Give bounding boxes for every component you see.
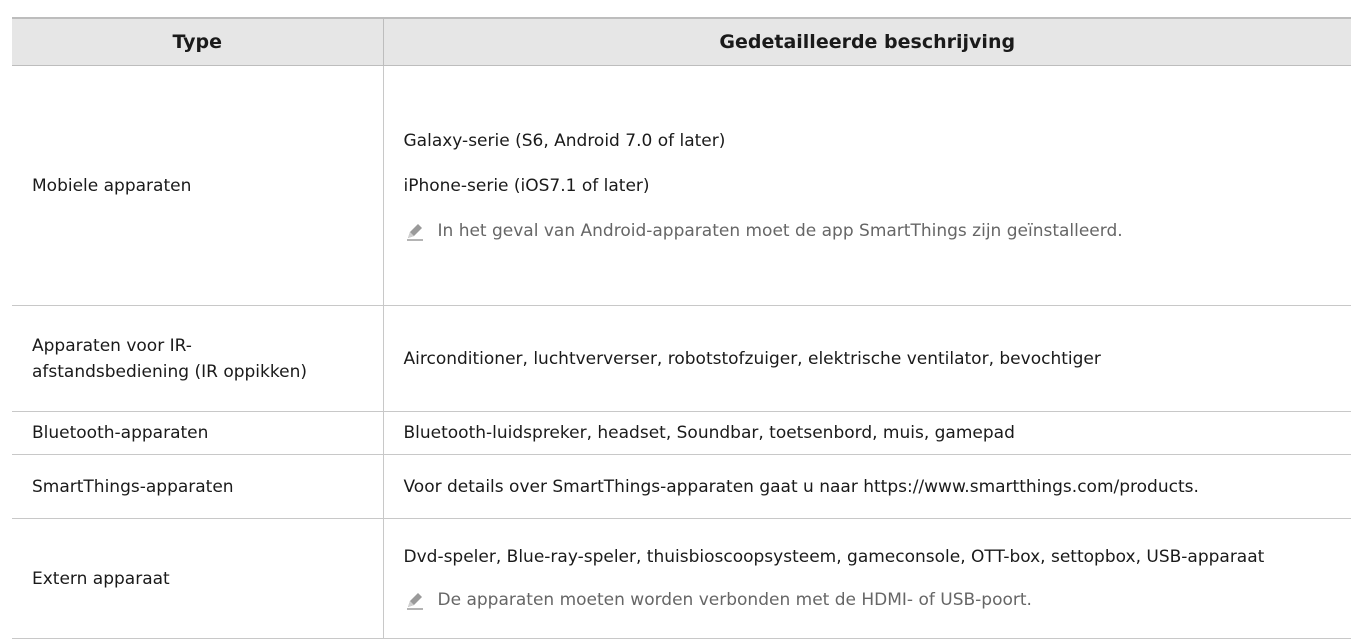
- device-type-table: Type Gedetailleerde beschrijving Mobiele…: [12, 17, 1351, 639]
- description-line: Dvd-speler, Blue-ray-speler, thuisbiosco…: [403, 547, 1265, 567]
- note-text: In het geval van Android-apparaten moet …: [437, 220, 1123, 241]
- header-description: Gedetailleerde beschrijving: [382, 17, 1351, 66]
- row-type-cell: Apparaten voor IR-afstandsbediening (IR …: [12, 305, 383, 412]
- header-type: Type: [12, 17, 383, 66]
- table-row: SmartThings-apparaten Voor details over …: [12, 454, 1351, 519]
- row-type-cell: Mobiele apparaten: [12, 65, 383, 306]
- row-description-cell: Airconditioner, luchtververser, robotsto…: [382, 305, 1351, 412]
- document-page: Type Gedetailleerde beschrijving Mobiele…: [0, 0, 1358, 639]
- row-type-cell: Bluetooth-apparaten: [12, 411, 383, 455]
- description-line: Bluetooth-luidspreker, headset, Soundbar…: [403, 423, 1015, 443]
- row-description-cell: Galaxy-serie (S6, Android 7.0 of later) …: [382, 65, 1352, 306]
- row-description-cell: Voor details over SmartThings-apparaten …: [382, 454, 1351, 519]
- table-row: Bluetooth-apparaten Bluetooth-luidspreke…: [12, 411, 1351, 455]
- row-description-cell: Bluetooth-luidspreker, headset, Soundbar…: [382, 411, 1351, 455]
- pencil-note-icon: [404, 220, 426, 242]
- row-type-cell: SmartThings-apparaten: [12, 454, 383, 519]
- table-row: Mobiele apparaten Galaxy-serie (S6, Andr…: [12, 65, 1352, 306]
- description-line: Airconditioner, luchtververser, robotsto…: [403, 348, 1101, 369]
- note: In het geval van Android-apparaten moet …: [404, 218, 1352, 244]
- table-header-row: Type Gedetailleerde beschrijving: [12, 17, 1351, 66]
- description-line: iPhone-serie (iOS7.1 of later): [403, 175, 650, 196]
- description-line: Galaxy-serie (S6, Android 7.0 of later): [403, 130, 726, 151]
- pencil-note-icon: [404, 589, 426, 611]
- table-row: Apparaten voor IR-afstandsbediening (IR …: [12, 305, 1351, 412]
- note: De apparaten moeten worden verbonden met…: [404, 587, 1322, 613]
- description-line: Voor details over SmartThings-apparaten …: [403, 476, 1199, 497]
- note-text: De apparaten moeten worden verbonden met…: [437, 590, 1032, 610]
